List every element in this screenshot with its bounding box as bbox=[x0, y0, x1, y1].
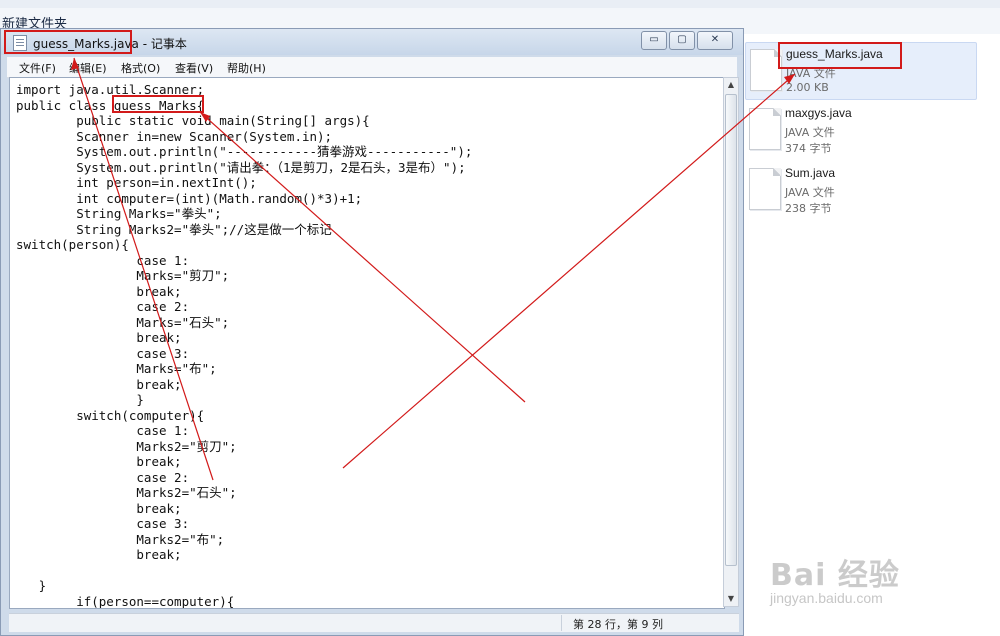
file-item-sum[interactable]: Sum.java JAVA 文件 238 字节 bbox=[745, 162, 975, 218]
cursor-position: 第 28 行，第 9 列 bbox=[573, 618, 663, 631]
status-divider bbox=[561, 615, 562, 631]
file-type: JAVA 文件 bbox=[785, 186, 835, 199]
close-button[interactable]: ✕ bbox=[697, 31, 733, 50]
java-file-icon bbox=[749, 168, 781, 210]
file-size: 374 字节 bbox=[785, 142, 832, 155]
scroll-up-icon[interactable]: ▲ bbox=[724, 78, 738, 92]
code-text[interactable]: import java.util.Scanner; public class g… bbox=[16, 82, 472, 608]
java-file-icon bbox=[749, 108, 781, 150]
menu-format[interactable]: 格式(O) bbox=[121, 60, 160, 76]
highlight-title-box bbox=[4, 30, 132, 54]
text-editor[interactable]: import java.util.Scanner; public class g… bbox=[9, 77, 725, 609]
menu-bar: 文件(F) 编辑(E) 格式(O) 查看(V) 帮助(H) bbox=[7, 57, 737, 78]
file-name: maxgys.java bbox=[785, 106, 852, 120]
highlight-file-name-box bbox=[778, 42, 902, 69]
file-item-maxgys[interactable]: maxgys.java JAVA 文件 374 字节 bbox=[745, 102, 975, 158]
baidu-watermark: Bai 经验 jingyan.baidu.com bbox=[770, 550, 900, 606]
title-appname: - 记事本 bbox=[138, 37, 187, 51]
notepad-window: guess_Marks.java - 记事本 ▭ ▢ ✕ 文件(F) 编辑(E)… bbox=[0, 28, 744, 636]
watermark-brand: Bai 经验 bbox=[770, 558, 900, 593]
window-controls: ▭ ▢ ✕ bbox=[639, 31, 733, 50]
file-size: 2.00 KB bbox=[786, 81, 829, 94]
vertical-scrollbar[interactable]: ▲ ▼ bbox=[723, 77, 739, 607]
file-name: Sum.java bbox=[785, 166, 836, 180]
watermark-site: jingyan.baidu.com bbox=[770, 590, 883, 606]
highlight-class-name-box bbox=[112, 95, 204, 113]
menu-view[interactable]: 查看(V) bbox=[175, 60, 213, 76]
file-size: 238 字节 bbox=[785, 202, 832, 215]
maximize-button[interactable]: ▢ bbox=[669, 31, 695, 50]
menu-edit[interactable]: 编辑(E) bbox=[69, 60, 107, 76]
minimize-button[interactable]: ▭ bbox=[641, 31, 667, 50]
scrollbar-thumb[interactable] bbox=[725, 94, 737, 566]
file-type: JAVA 文件 bbox=[785, 126, 835, 139]
menu-help[interactable]: 帮助(H) bbox=[227, 60, 266, 76]
menu-file[interactable]: 文件(F) bbox=[19, 60, 56, 76]
scroll-down-icon[interactable]: ▼ bbox=[724, 592, 738, 606]
status-bar: 第 28 行，第 9 列 bbox=[9, 613, 739, 632]
